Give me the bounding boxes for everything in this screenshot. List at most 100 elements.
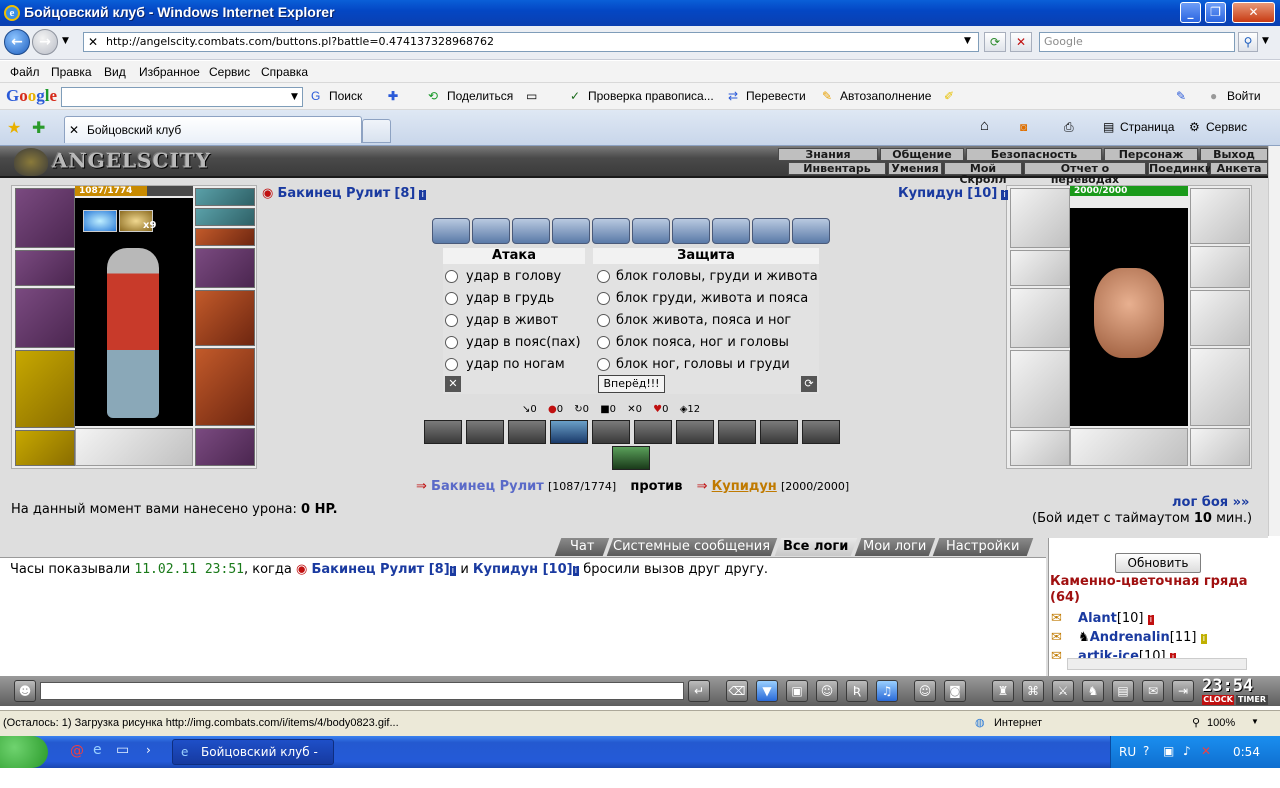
technique-slot-active[interactable] [612, 446, 650, 470]
menu-exit[interactable]: Выход [1200, 148, 1268, 161]
music-icon[interactable]: ♫ [876, 680, 898, 702]
enemy-jewelry-slot[interactable] [1190, 188, 1250, 244]
rune-scroll[interactable] [712, 218, 750, 244]
map-icon[interactable]: ⌘ [1022, 680, 1044, 702]
technique-slot[interactable] [802, 420, 840, 444]
feeds-icon[interactable]: ◙ [1020, 120, 1027, 134]
menu-favorites[interactable]: Избранное [139, 65, 200, 79]
chat-player1[interactable]: Бакинец Рулит [8] [311, 562, 449, 577]
spellcheck-button[interactable]: Проверка правописа... [588, 89, 714, 103]
tab-active[interactable]: ✕ Бойцовский клуб [64, 116, 362, 143]
technique-slot[interactable] [718, 420, 756, 444]
stop-icon[interactable]: ✕ [1010, 32, 1032, 52]
weapon-slot[interactable] [15, 288, 75, 348]
chat-input[interactable] [40, 682, 684, 700]
battle-log-link[interactable]: лог боя »» [1172, 495, 1249, 510]
back-button[interactable]: ← [4, 29, 30, 55]
print-preview-icon[interactable]: ▭ [526, 89, 537, 103]
rune-scroll[interactable] [672, 218, 710, 244]
url-field[interactable]: http://angelscity.combats.com/buttons.pl… [83, 32, 979, 52]
timer-label[interactable]: TIMER [1236, 695, 1268, 705]
rune-scroll[interactable] [792, 218, 830, 244]
rune-scroll[interactable] [552, 218, 590, 244]
menu-edit[interactable]: Правка [51, 65, 92, 79]
clock-label[interactable]: CLOCK [1202, 695, 1234, 705]
enemy-pocket-slots[interactable] [1070, 428, 1188, 466]
exit-icon[interactable]: ⇥ [1172, 680, 1194, 702]
info-icon[interactable]: i [449, 566, 457, 576]
amulet-slot[interactable] [195, 208, 255, 226]
url-dropdown-icon[interactable]: ▼ [964, 36, 971, 46]
technique-slot[interactable] [466, 420, 504, 444]
menu-communication[interactable]: Общение [880, 148, 964, 161]
search-icon[interactable]: ⚲ [1238, 32, 1258, 52]
menu-security[interactable]: Безопасность [966, 148, 1102, 161]
share-button[interactable]: Поделиться [447, 89, 513, 103]
tab-chat[interactable]: Чат [554, 538, 610, 556]
technique-slot[interactable] [508, 420, 546, 444]
volume-icon[interactable]: ♪ [1183, 744, 1191, 758]
new-tab-button[interactable] [362, 119, 391, 143]
history-dropdown-icon[interactable]: ▼ [62, 36, 69, 46]
add-favorite-icon[interactable]: ✚ [32, 118, 45, 137]
attack-option[interactable]: удар в грудь [445, 288, 581, 310]
clear-icon[interactable]: ⌫ [726, 680, 748, 702]
enemy-armor-slot[interactable] [1010, 350, 1070, 428]
defense-radio[interactable] [597, 336, 610, 349]
minimize-button[interactable]: _ [1180, 2, 1201, 23]
submenu-inventory[interactable]: Инвентарь [788, 162, 886, 175]
forward-button[interactable]: Вперёд!!! [598, 375, 665, 393]
inventory-icon[interactable]: ♞ [1082, 680, 1104, 702]
defense-radio[interactable] [597, 270, 610, 283]
technique-slot[interactable] [550, 420, 588, 444]
player-info-icon[interactable]: i [419, 190, 426, 200]
defense-option[interactable]: блок головы, груди и живота [597, 266, 818, 288]
technique-slot[interactable] [634, 420, 672, 444]
bag-icon[interactable]: ♜ [992, 680, 1014, 702]
quicklaunch-mail-icon[interactable]: @ [70, 743, 84, 759]
defense-radio[interactable] [597, 358, 610, 371]
attack-option[interactable]: удар по ногам [445, 354, 581, 376]
home-icon[interactable]: ⌂ [980, 117, 989, 134]
tab-my-logs[interactable]: Мои логи [854, 538, 936, 556]
google-search-input[interactable] [61, 87, 303, 107]
bracers-slot[interactable] [15, 250, 75, 286]
taskbar-item[interactable]: e Бойцовский клуб - ... [172, 739, 334, 783]
technique-slot[interactable] [424, 420, 462, 444]
defense-radio[interactable] [597, 314, 610, 327]
gloves-slot[interactable] [195, 248, 255, 288]
translit-icon[interactable]: Ʀ [846, 680, 868, 702]
close-button[interactable]: ✕ [1232, 2, 1275, 23]
enemy-leggings-slot[interactable] [1190, 348, 1250, 426]
info-icon[interactable]: i [572, 566, 580, 576]
google-search-dropdown-icon[interactable]: ▼ [291, 92, 298, 102]
chat-mode-icon[interactable]: ☻ [14, 680, 36, 702]
attack-option[interactable]: удар в живот [445, 310, 581, 332]
rune-scroll[interactable] [512, 218, 550, 244]
private-msg-icon[interactable]: ✉ [1051, 630, 1062, 645]
earring-slot[interactable] [195, 188, 255, 206]
enemy-gloves-slot[interactable] [1190, 246, 1250, 288]
attack-option[interactable]: удар в пояс(пах) [445, 332, 581, 354]
menu-view[interactable]: Вид [104, 65, 126, 79]
player-name[interactable]: Бакинец Рулит [277, 186, 390, 201]
info-icon[interactable]: i [1147, 615, 1155, 625]
enemy-name[interactable]: Купидун [898, 186, 963, 201]
rune-scroll[interactable] [752, 218, 790, 244]
attack-option[interactable]: удар в голову [445, 266, 581, 288]
forward-button[interactable]: → [32, 29, 58, 55]
refresh-battle-icon[interactable]: ⟳ [801, 376, 817, 392]
quicklaunch-desktop-icon[interactable]: ▭ [116, 742, 129, 758]
network-icon[interactable]: ▣ [1163, 744, 1174, 758]
leggings-slot[interactable] [195, 348, 255, 426]
tab-settings[interactable]: Настройки [932, 538, 1034, 556]
enemy-helmet-slot[interactable] [1010, 188, 1070, 248]
versus-player[interactable]: Бакинец Рулит [431, 479, 544, 494]
start-button[interactable] [0, 736, 48, 768]
refresh-icon[interactable]: ⟳ [984, 32, 1006, 52]
armor-slot[interactable] [15, 350, 75, 428]
screenshot-icon[interactable]: ◙ [944, 680, 966, 702]
rune-scroll[interactable] [592, 218, 630, 244]
helmet-slot[interactable] [15, 188, 75, 248]
menu-help[interactable]: Справка [261, 65, 308, 79]
